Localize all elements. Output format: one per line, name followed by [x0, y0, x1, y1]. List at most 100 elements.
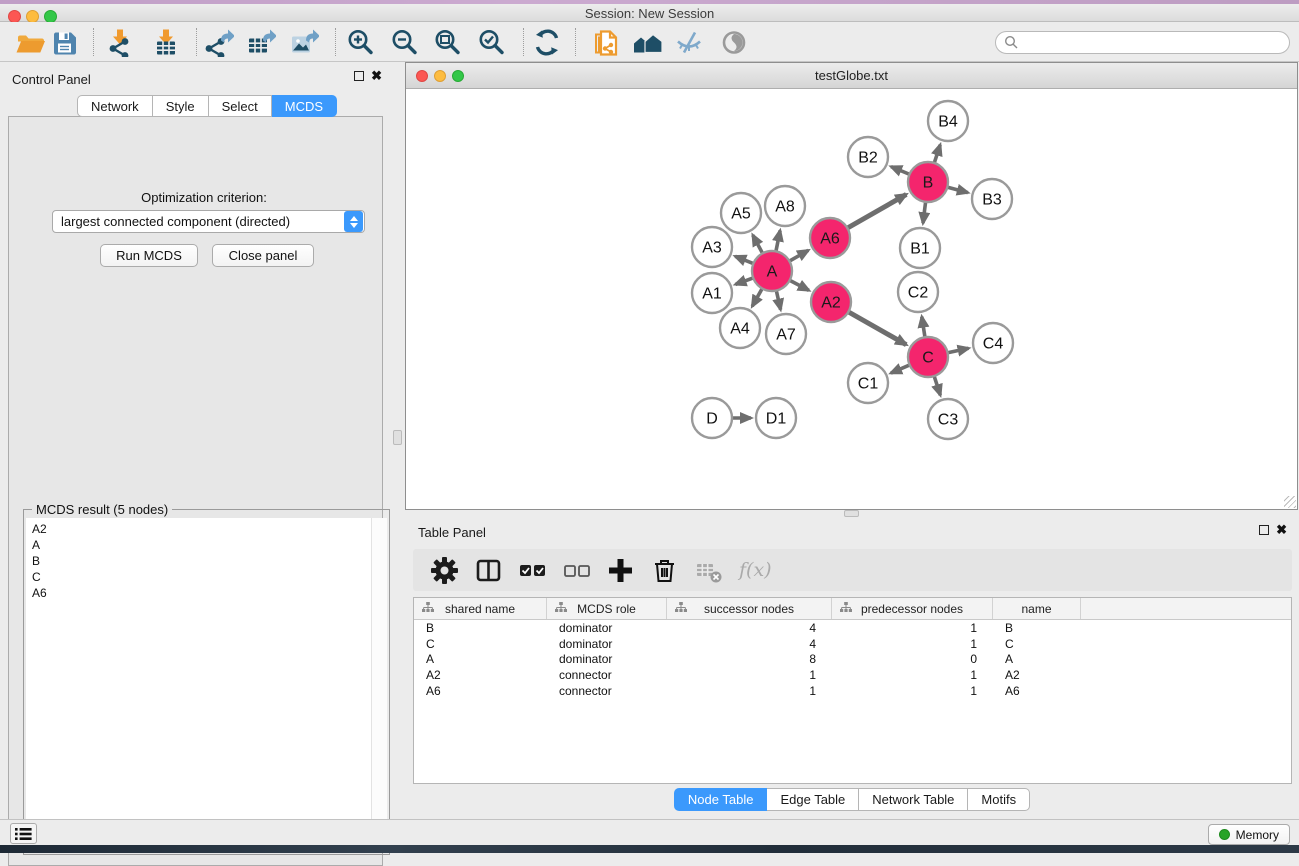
column-header-name[interactable]: name	[993, 598, 1081, 619]
export-network-button[interactable]	[202, 27, 236, 57]
zoom-in-button[interactable]	[344, 27, 378, 57]
tab-mcds[interactable]: MCDS	[272, 95, 337, 117]
graph-node-A7[interactable]: A7	[766, 314, 806, 354]
network-view-window: testGlobe.txt B4 B2 B B3 A8A5 A6 A3 B1 A C2 A1 A2 A4…	[405, 62, 1298, 510]
mcds-result-group: MCDS result (5 nodes) A2ABCA6	[23, 509, 390, 855]
graph-node-C1[interactable]: C1	[848, 363, 888, 403]
criterion-select[interactable]: largest connected component (directed)	[52, 210, 365, 233]
result-item[interactable]: B	[32, 553, 373, 569]
tab-network[interactable]: Network	[77, 95, 153, 117]
network-window-titlebar[interactable]: testGlobe.txt	[406, 63, 1297, 89]
tab-node-table[interactable]: Node Table	[674, 788, 768, 811]
resize-grip-icon[interactable]	[1284, 496, 1296, 508]
result-item[interactable]: A2	[32, 521, 373, 537]
result-item[interactable]: A6	[32, 585, 373, 601]
graph-node-A1[interactable]: A1	[692, 273, 732, 313]
node-label: C2	[908, 285, 929, 302]
tab-motifs[interactable]: Motifs	[968, 788, 1030, 811]
zoom-out-button[interactable]	[388, 27, 422, 57]
home-button[interactable]	[630, 27, 664, 57]
refresh-button[interactable]	[531, 27, 565, 57]
save-session-button[interactable]	[48, 27, 82, 57]
graph-node-A2[interactable]: A2	[811, 282, 851, 322]
zoom-fit-icon	[433, 28, 463, 57]
search-box[interactable]	[995, 31, 1290, 54]
function-builder-button[interactable]: f(x)	[739, 553, 772, 587]
add-button[interactable]	[603, 553, 637, 587]
search-input[interactable]	[1019, 32, 1289, 53]
graph-node-C4[interactable]: C4	[973, 323, 1013, 363]
trash-button[interactable]	[647, 553, 681, 587]
column-label: shared name	[445, 602, 515, 616]
node-label: C	[922, 350, 934, 367]
graph-node-D[interactable]: D	[692, 398, 732, 438]
table-row[interactable]: A2connector11A2	[414, 667, 1291, 683]
export-image-button[interactable]	[287, 27, 321, 57]
tab-network-table[interactable]: Network Table	[859, 788, 968, 811]
tab-edge-table[interactable]: Edge Table	[767, 788, 859, 811]
tab-select[interactable]: Select	[209, 95, 272, 117]
open-file-button[interactable]	[13, 27, 47, 57]
column-label: successor nodes	[704, 602, 794, 616]
close-panel-icon[interactable]: ✖	[1276, 525, 1287, 535]
table-row[interactable]: Bdominator41B	[414, 620, 1291, 636]
column-header-predecessor-nodes[interactable]: predecessor nodes	[832, 598, 993, 619]
export-table-button[interactable]	[244, 27, 278, 57]
close-panel-button[interactable]: Close panel	[212, 244, 314, 267]
graph-node-A6[interactable]: A6	[810, 218, 850, 258]
table-row[interactable]: Adominator80A	[414, 652, 1291, 668]
task-history-button[interactable]	[10, 823, 37, 844]
column-header-MCDS-role[interactable]: MCDS role	[547, 598, 667, 619]
graph-node-C[interactable]: C	[908, 337, 948, 377]
column-header-shared-name[interactable]: shared name	[414, 598, 547, 619]
result-item[interactable]: C	[32, 569, 373, 585]
graph-node-A5[interactable]: A5	[721, 193, 761, 233]
table-row[interactable]: A6connector11A6	[414, 683, 1291, 699]
column-header-successor-nodes[interactable]: successor nodes	[667, 598, 832, 619]
graph-node-C2[interactable]: C2	[898, 272, 938, 312]
delete-table-button[interactable]	[691, 553, 725, 587]
import-network-button[interactable]	[103, 27, 137, 57]
page-network-button[interactable]	[590, 27, 624, 57]
tab-style[interactable]: Style	[153, 95, 209, 117]
search-icon	[1004, 35, 1019, 50]
graph-node-A4[interactable]: A4	[720, 308, 760, 348]
graph-node-A8[interactable]: A8	[765, 186, 805, 226]
horizontal-splitter-grip[interactable]	[844, 510, 859, 517]
result-scrollbar[interactable]	[371, 518, 387, 852]
graph-node-D1[interactable]: D1	[756, 398, 796, 438]
graph-node-A3[interactable]: A3	[692, 227, 732, 267]
graph-node-B[interactable]: B	[908, 162, 948, 202]
zoom-selected-button[interactable]	[475, 27, 509, 57]
table-cell: C	[993, 637, 1081, 651]
hide-eye-button[interactable]	[673, 27, 707, 57]
table-row[interactable]: Cdominator41C	[414, 636, 1291, 652]
eye-button[interactable]	[718, 27, 752, 57]
memory-button[interactable]: Memory	[1208, 824, 1290, 845]
table-cell: 1	[667, 668, 832, 682]
zoom-fit-button[interactable]	[431, 27, 465, 57]
close-panel-icon[interactable]: ✖	[371, 71, 382, 81]
desktop-wallpaper-bottom	[0, 845, 1299, 853]
checked-boxes-button[interactable]	[515, 553, 549, 587]
import-table-button[interactable]	[149, 27, 183, 57]
import-table-icon	[151, 28, 181, 57]
graph-node-C3[interactable]: C3	[928, 399, 968, 439]
network-canvas[interactable]: B4 B2 B B3 A8A5 A6 A3 B1 A C2 A1 A2 A4A7 C4 C C1 C3 D D1	[406, 89, 1297, 509]
graph-node-B4[interactable]: B4	[928, 101, 968, 141]
graph-node-B3[interactable]: B3	[972, 179, 1012, 219]
vertical-splitter-grip[interactable]	[393, 430, 402, 445]
graph-node-B2[interactable]: B2	[848, 137, 888, 177]
toolbar-separator	[575, 28, 576, 56]
result-item[interactable]: A	[32, 537, 373, 553]
graph-node-A[interactable]: A	[752, 251, 792, 291]
graph-node-B1[interactable]: B1	[900, 228, 940, 268]
gear-button[interactable]	[427, 553, 461, 587]
run-mcds-button[interactable]: Run MCDS	[100, 244, 198, 267]
columns-button[interactable]	[471, 553, 505, 587]
float-panel-icon[interactable]	[1259, 525, 1269, 535]
mcds-result-list[interactable]: A2ABCA6	[26, 518, 373, 852]
unchecked-boxes-button[interactable]	[559, 553, 593, 587]
node-table[interactable]: shared name MCDS role successor nodes prede…	[413, 597, 1292, 784]
float-panel-icon[interactable]	[354, 71, 364, 81]
